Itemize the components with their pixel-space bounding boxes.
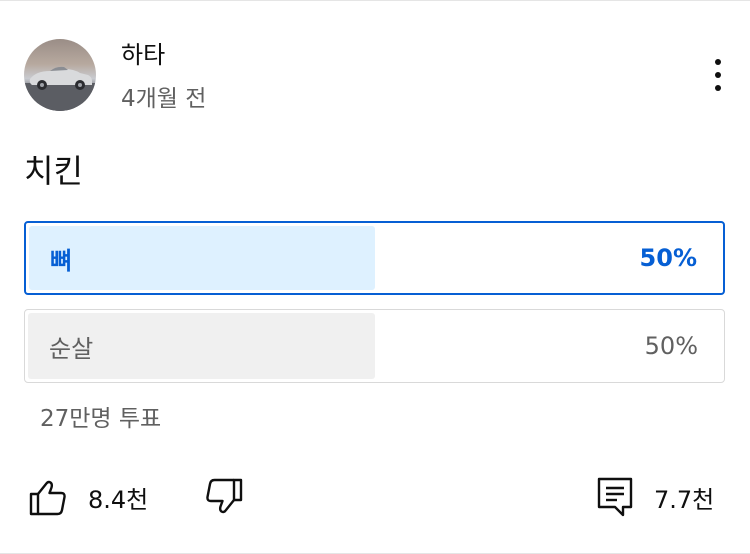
avatar-car-photo bbox=[24, 66, 96, 111]
thumbs-up-icon bbox=[29, 480, 66, 516]
poll-option-bone[interactable]: 뼈 50% bbox=[24, 221, 725, 295]
author-name[interactable]: 하타 bbox=[121, 35, 165, 70]
avatar[interactable] bbox=[24, 39, 96, 111]
poll-option-percent: 50% bbox=[644, 332, 698, 360]
poll-option-boneless[interactable]: 순살 50% bbox=[24, 309, 725, 383]
poll-option-label: 순살 bbox=[49, 334, 94, 363]
poll-option-label: 뼈 bbox=[50, 246, 73, 275]
more-options-button[interactable] bbox=[700, 55, 736, 95]
vote-count: 27만명 투표 bbox=[40, 406, 162, 432]
post-text: 치킨 bbox=[24, 152, 83, 190]
more-vert-icon bbox=[715, 59, 721, 65]
comment-button[interactable] bbox=[595, 475, 635, 523]
poll-option-percent: 50% bbox=[639, 244, 697, 272]
community-post-card: 하타 4개월 전 치킨 뼈 50% 순살 50% 27만명 투표 8.4천 7.… bbox=[0, 0, 750, 554]
post-time: 4개월 전 bbox=[121, 86, 207, 112]
comment-icon bbox=[597, 477, 633, 517]
comment-count: 7.7천 bbox=[654, 486, 715, 514]
thumbs-down-icon bbox=[206, 478, 243, 514]
poll-option-fill bbox=[29, 226, 375, 290]
dislike-button[interactable] bbox=[204, 477, 244, 521]
like-button[interactable] bbox=[28, 477, 68, 521]
like-count: 8.4천 bbox=[88, 486, 149, 514]
